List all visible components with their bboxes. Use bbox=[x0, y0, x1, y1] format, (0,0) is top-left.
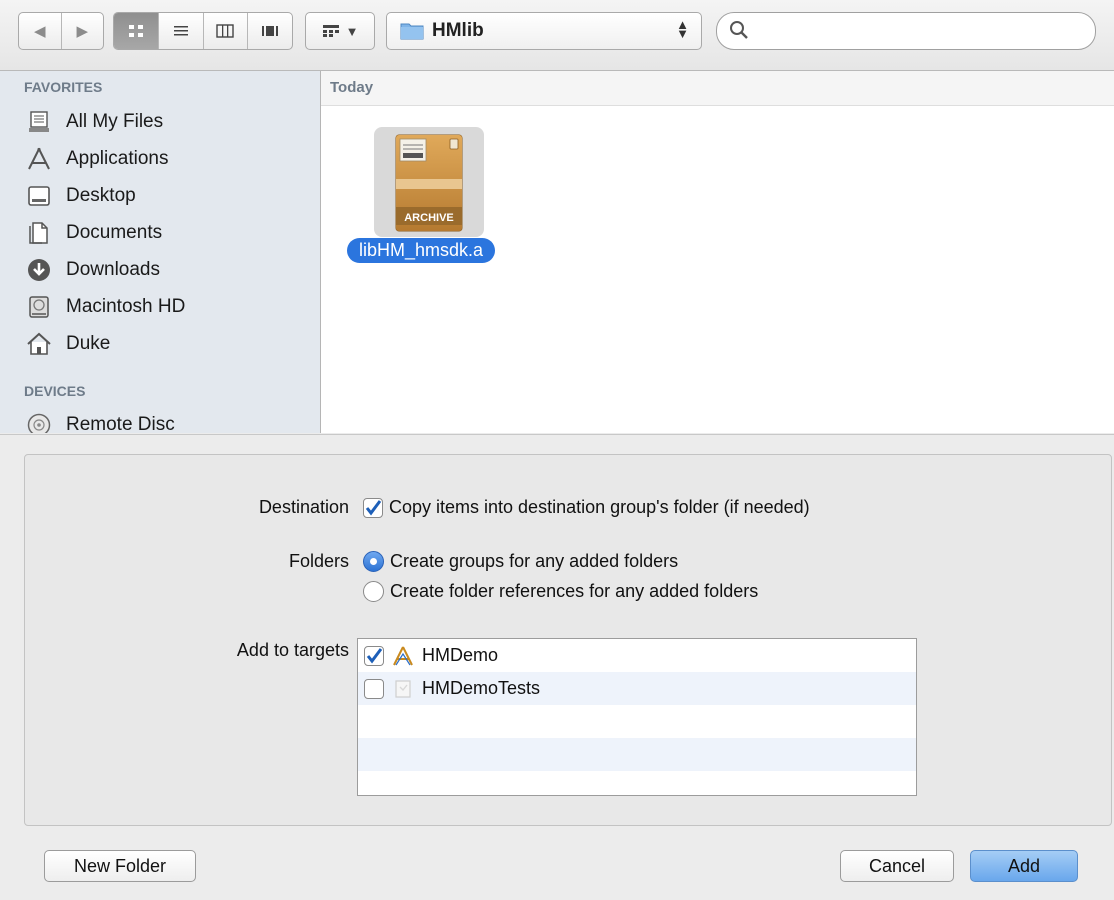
arrange-icon bbox=[322, 25, 339, 37]
new-folder-button[interactable]: New Folder bbox=[44, 850, 196, 882]
test-bundle-icon bbox=[395, 679, 411, 698]
favorites-header: FAVORITES bbox=[24, 79, 103, 95]
add-button[interactable]: Add bbox=[970, 850, 1078, 882]
date-group-label: Today bbox=[330, 79, 374, 96]
downloads-icon bbox=[24, 255, 54, 285]
sidebar: FAVORITES All My Files Applications Desk… bbox=[0, 71, 321, 433]
back-button[interactable]: ◀ bbox=[19, 13, 62, 49]
coverflow-view-button[interactable] bbox=[248, 13, 292, 49]
file-browser: Today ARCHIVE libHM_hmsdk.a bbox=[321, 71, 1114, 433]
cancel-button[interactable]: Cancel bbox=[840, 850, 954, 882]
remote-disc-icon bbox=[24, 410, 54, 433]
search-icon bbox=[730, 21, 748, 39]
back-arrow-icon: ◀ bbox=[33, 23, 46, 40]
sidebar-item-label: Duke bbox=[66, 333, 111, 354]
sidebar-item-all-my-files[interactable]: All My Files bbox=[24, 105, 163, 139]
folder-icon bbox=[400, 23, 424, 40]
forward-arrow-icon: ▶ bbox=[76, 23, 89, 40]
folders-option-groups[interactable]: Create groups for any added folders bbox=[363, 551, 678, 572]
sidebar-item-duke[interactable]: Duke bbox=[24, 327, 110, 361]
app-target-icon bbox=[393, 646, 413, 665]
sidebar-item-label: Documents bbox=[66, 222, 163, 243]
forward-button[interactable]: ▶ bbox=[62, 13, 104, 49]
destination-option[interactable]: Copy items into destination group's fold… bbox=[363, 497, 810, 518]
groups-radio-label: Create groups for any added folders bbox=[390, 551, 679, 571]
arrange-button[interactable]: ▼ bbox=[305, 12, 375, 50]
file-name-label: libHM_hmsdk.a bbox=[347, 238, 496, 263]
sidebar-item-label: All My Files bbox=[66, 111, 164, 132]
target-name: HMDemo bbox=[422, 645, 499, 665]
back-forward-control: ◀ ▶ bbox=[18, 12, 104, 50]
sidebar-item-label: Macintosh HD bbox=[66, 296, 186, 317]
sidebar-item-label: Desktop bbox=[66, 185, 136, 206]
list-view-button[interactable] bbox=[159, 13, 204, 49]
folders-label: Folders bbox=[288, 551, 349, 571]
devices-header: DEVICES bbox=[24, 383, 86, 399]
destination-option-label: Copy items into destination group's fold… bbox=[389, 497, 810, 517]
column-view-icon bbox=[216, 24, 235, 38]
popup-stepper-icon: ▲ ▼ bbox=[676, 17, 689, 41]
documents-icon bbox=[24, 218, 54, 248]
column-view-button[interactable] bbox=[204, 13, 249, 49]
destination-label: Destination bbox=[258, 497, 349, 517]
sidebar-item-macintosh-hd[interactable]: Macintosh HD bbox=[24, 290, 185, 324]
sidebar-item-label: Downloads bbox=[66, 259, 160, 280]
dropdown-arrow-icon: ▼ bbox=[345, 23, 359, 39]
all-files-icon bbox=[24, 107, 54, 137]
destination-checkbox[interactable] bbox=[363, 497, 383, 518]
target-name: HMDemoTests bbox=[422, 678, 541, 698]
icon-view-button[interactable] bbox=[114, 13, 159, 49]
desktop-icon bbox=[24, 181, 54, 211]
references-radio-label: Create folder references for any added f… bbox=[390, 581, 759, 601]
archive-caption: ARCHIVE bbox=[404, 212, 454, 224]
archive-icon: ARCHIVE bbox=[395, 134, 463, 232]
checkmark-icon bbox=[365, 499, 382, 515]
home-icon bbox=[24, 329, 54, 359]
coverflow-view-icon bbox=[262, 26, 279, 36]
hard-drive-icon bbox=[24, 292, 54, 322]
search-field[interactable] bbox=[716, 12, 1096, 50]
sidebar-item-remote-disc[interactable]: Remote Disc bbox=[24, 408, 175, 433]
view-mode-control bbox=[113, 12, 293, 50]
hmdemo-checkbox[interactable] bbox=[364, 645, 384, 666]
folders-option-references[interactable]: Create folder references for any added f… bbox=[363, 581, 758, 602]
target-row-hmdemotests[interactable]: HMDemoTests bbox=[358, 672, 916, 705]
target-row-hmdemo[interactable]: HMDemo bbox=[358, 639, 916, 672]
checkmark-icon bbox=[366, 647, 383, 663]
file-icon-selection: ARCHIVE bbox=[374, 127, 484, 237]
references-radio[interactable] bbox=[363, 581, 384, 602]
targets-label: Add to targets bbox=[236, 640, 349, 660]
targets-list: HMDemo HMDemoTests bbox=[357, 638, 917, 796]
sidebar-item-downloads[interactable]: Downloads bbox=[24, 253, 160, 287]
sidebar-item-applications[interactable]: Applications bbox=[24, 142, 168, 176]
date-group-header: Today bbox=[321, 71, 1114, 106]
sidebar-item-desktop[interactable]: Desktop bbox=[24, 179, 136, 213]
toolbar: ◀ ▶ ▼ HMlib ▲ ▼ bbox=[0, 0, 1114, 71]
sidebar-item-documents[interactable]: Documents bbox=[24, 216, 162, 250]
groups-radio[interactable] bbox=[363, 551, 384, 572]
hmdemotests-checkbox[interactable] bbox=[364, 678, 384, 699]
options-panel: Destination Copy items into destination … bbox=[0, 434, 1114, 900]
sidebar-item-label: Applications bbox=[66, 148, 169, 169]
target-row-empty bbox=[358, 738, 916, 771]
icon-view-icon bbox=[128, 25, 143, 37]
applications-icon bbox=[24, 144, 54, 174]
sidebar-item-label: Remote Disc bbox=[66, 414, 175, 433]
file-item-libhm-hmsdk[interactable]: ARCHIVE libHM_hmsdk.a bbox=[347, 127, 507, 267]
list-view-icon bbox=[173, 26, 188, 36]
path-popup[interactable]: HMlib ▲ ▼ bbox=[386, 12, 702, 50]
search-input[interactable] bbox=[757, 19, 1081, 43]
path-label: HMlib bbox=[432, 20, 484, 41]
target-row-empty bbox=[358, 705, 916, 738]
